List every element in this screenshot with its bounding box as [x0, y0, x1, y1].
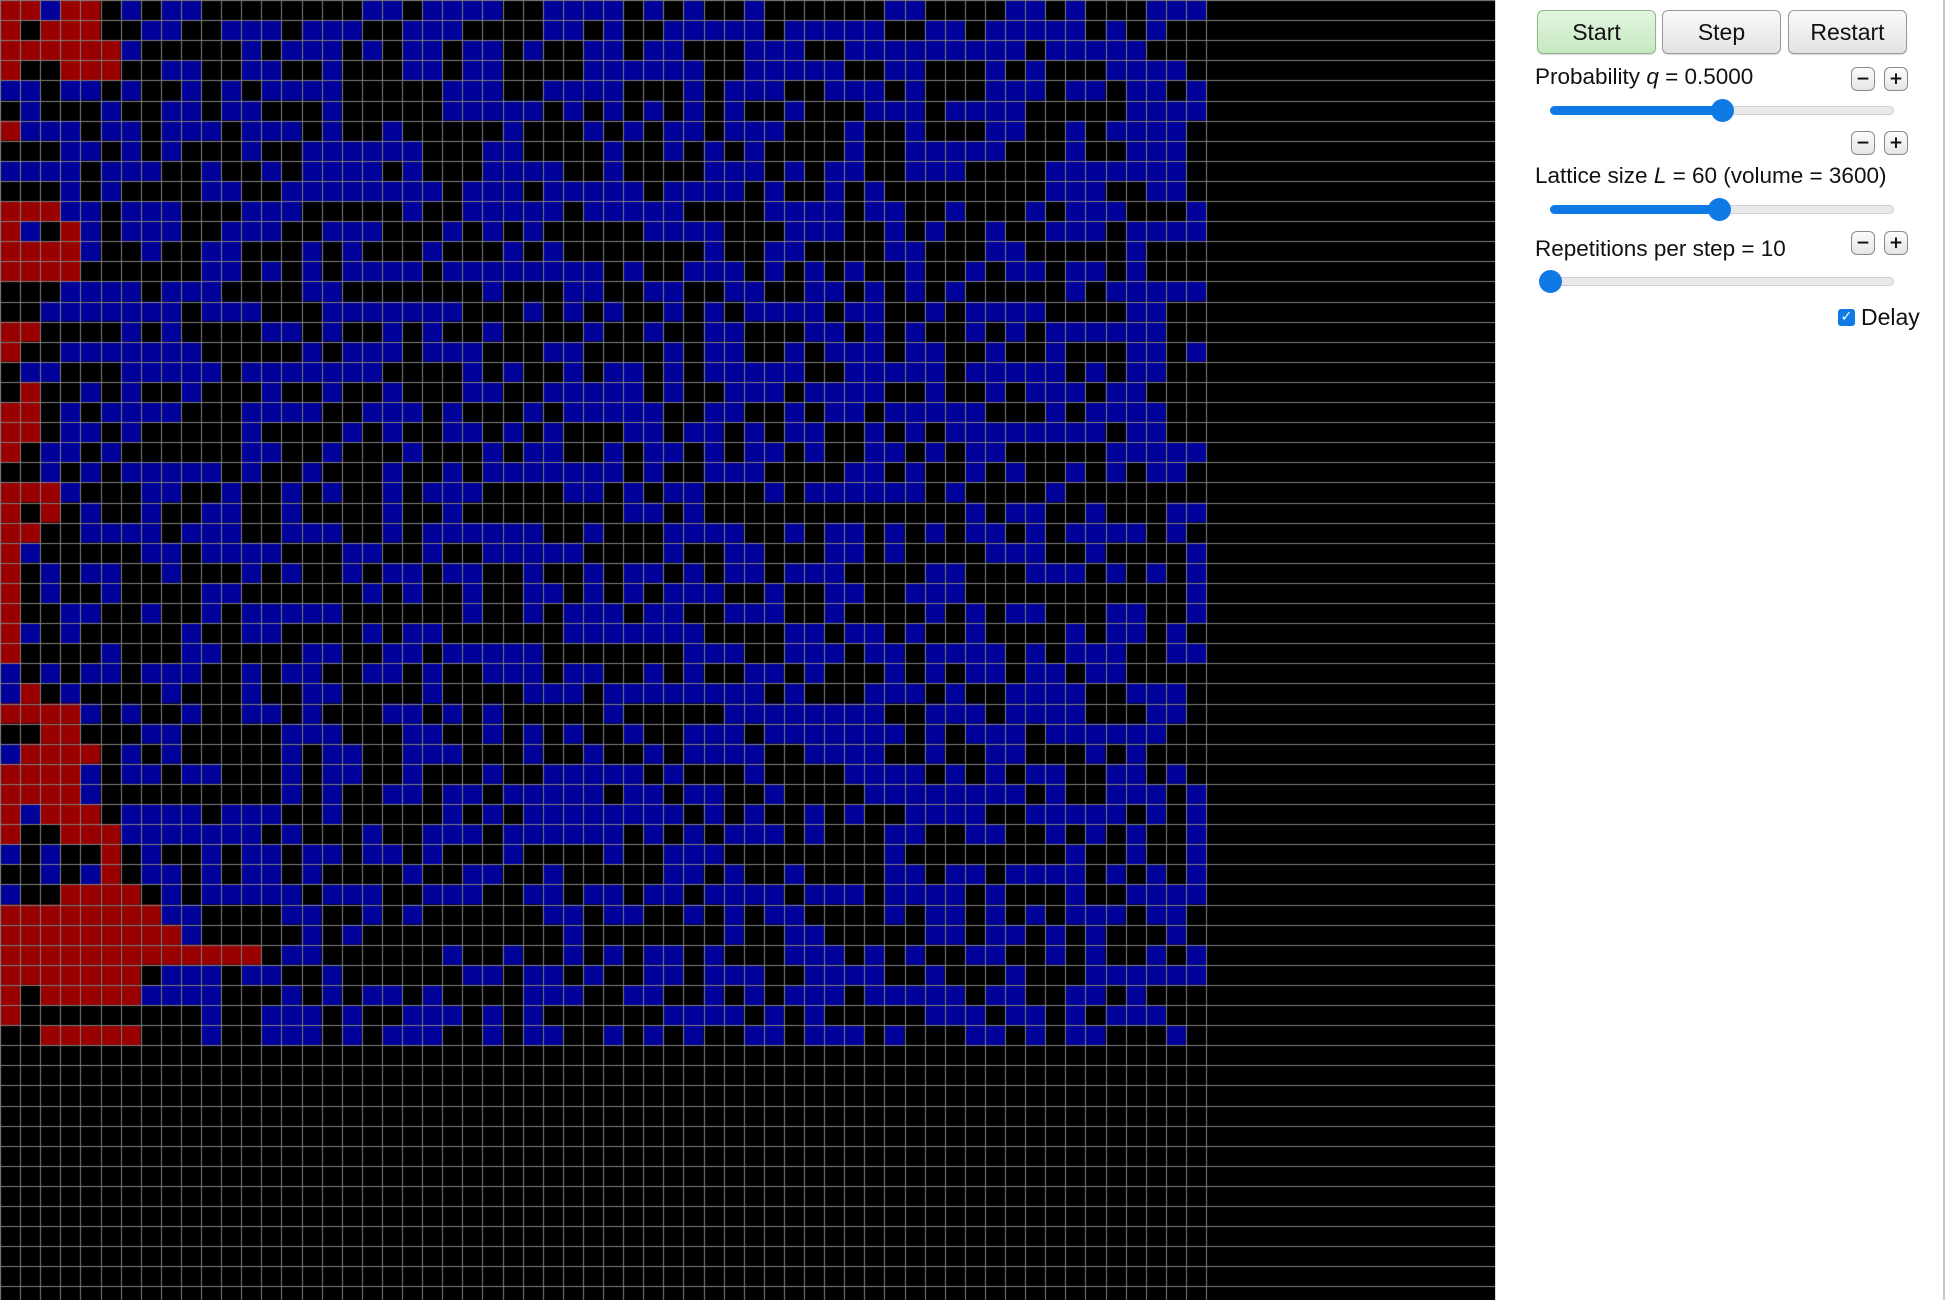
lattice-size-slider[interactable]: [1550, 198, 1894, 222]
start-button[interactable]: Start: [1537, 10, 1656, 54]
probability-increment-button[interactable]: +: [1884, 67, 1908, 91]
probability-decrement-button[interactable]: −: [1851, 67, 1875, 91]
percolation-lattice[interactable]: [0, 0, 1495, 1300]
lattice-symbol: L: [1653, 163, 1667, 188]
slider-fill: [1550, 106, 1722, 115]
repetitions-decrement-button[interactable]: −: [1851, 231, 1875, 255]
probability-value: = 0.5000: [1658, 64, 1754, 89]
slider-track: [1550, 277, 1894, 286]
probability-symbol: q: [1646, 64, 1659, 89]
slider-thumb[interactable]: [1707, 198, 1731, 221]
slider-thumb[interactable]: [1539, 270, 1562, 293]
repetitions-slider[interactable]: [1539, 270, 1894, 294]
delay-checkbox[interactable]: ✓: [1838, 309, 1855, 326]
repetitions-label: Repetitions per step = 10: [1535, 236, 1786, 261]
lattice-size-label: Lattice size L = 60 (volume = 3600): [1535, 163, 1886, 189]
lattice-decrement-button[interactable]: −: [1851, 131, 1875, 155]
lattice-prefix: Lattice size: [1535, 163, 1654, 188]
restart-button[interactable]: Restart: [1788, 10, 1907, 54]
window-edge: [1943, 0, 1945, 1300]
probability-prefix: Probability: [1535, 64, 1647, 89]
slider-thumb[interactable]: [1711, 99, 1734, 122]
delay-label: Delay: [1861, 304, 1920, 330]
repetitions-increment-button[interactable]: +: [1884, 231, 1908, 255]
lattice-value: = 60 (volume = 3600): [1666, 163, 1887, 188]
probability-label: Probability q = 0.5000: [1535, 64, 1753, 90]
probability-slider[interactable]: [1550, 99, 1894, 123]
lattice-increment-button[interactable]: +: [1884, 131, 1908, 155]
step-button[interactable]: Step: [1662, 10, 1781, 54]
slider-fill: [1550, 205, 1719, 214]
control-panel: Start Step Restart Probability q = 0.500…: [1500, 0, 1940, 1300]
panel-divider: [1495, 0, 1496, 1300]
